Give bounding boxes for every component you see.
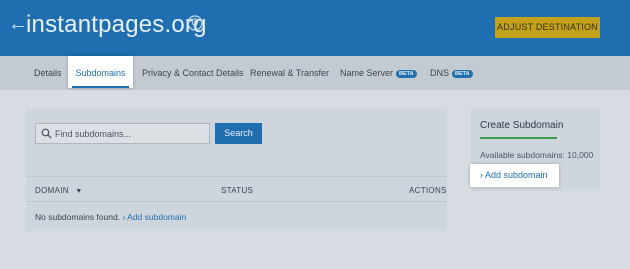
page-title: instantpages.org (26, 11, 207, 38)
column-header-status: STATUS (221, 186, 254, 195)
sort-down-icon: ▼ (75, 188, 83, 195)
tab-renewal-transfer[interactable]: Renewal & Transfer (250, 56, 329, 90)
column-header-domain-label: DOMAIN (35, 186, 69, 195)
beta-badge: BETA (452, 70, 473, 78)
tab-name-server[interactable]: Name Server BETA (340, 56, 417, 90)
card-title: Create Subdomain (480, 120, 564, 131)
search-box (35, 123, 210, 144)
tab-subdomains-label: Subdomains (75, 68, 126, 78)
adjust-destination-button[interactable]: ADJUST DESTINATION (495, 17, 600, 38)
add-subdomain-link[interactable]: › Add subdomain (122, 212, 186, 222)
tab-dns[interactable]: DNS BETA (430, 56, 473, 90)
available-subdomains-text: Available subdomains: 10,000 (480, 150, 594, 160)
empty-state-text: No subdomains found. (35, 212, 121, 222)
active-tab-underline (72, 86, 129, 88)
table-divider (26, 176, 447, 177)
tab-name-server-label: Name Server (340, 68, 394, 78)
usage-bar (480, 137, 557, 139)
add-subdomain-button[interactable]: › Add subdomain (470, 164, 559, 187)
tab-privacy-contact[interactable]: Privacy & Contact Details (142, 56, 244, 90)
table-divider (26, 201, 447, 202)
column-header-actions: ACTIONS (409, 186, 447, 195)
search-icon (41, 128, 52, 139)
search-input[interactable] (55, 124, 205, 143)
search-button[interactable]: Search (215, 123, 262, 144)
column-header-domain[interactable]: DOMAIN ▼ (35, 186, 83, 195)
empty-state-row: No subdomains found. › Add subdomain (35, 212, 186, 222)
back-arrow-icon[interactable]: ← (8, 12, 28, 36)
tab-details[interactable]: Details (34, 56, 62, 90)
tab-subdomains[interactable]: Subdomains (68, 56, 133, 88)
tab-dns-label: DNS (430, 68, 450, 78)
top-header: ← instantpages.org ADJUST DESTINATION (0, 0, 630, 56)
location-pin-icon[interactable] (187, 15, 203, 31)
beta-badge: BETA (396, 70, 417, 78)
